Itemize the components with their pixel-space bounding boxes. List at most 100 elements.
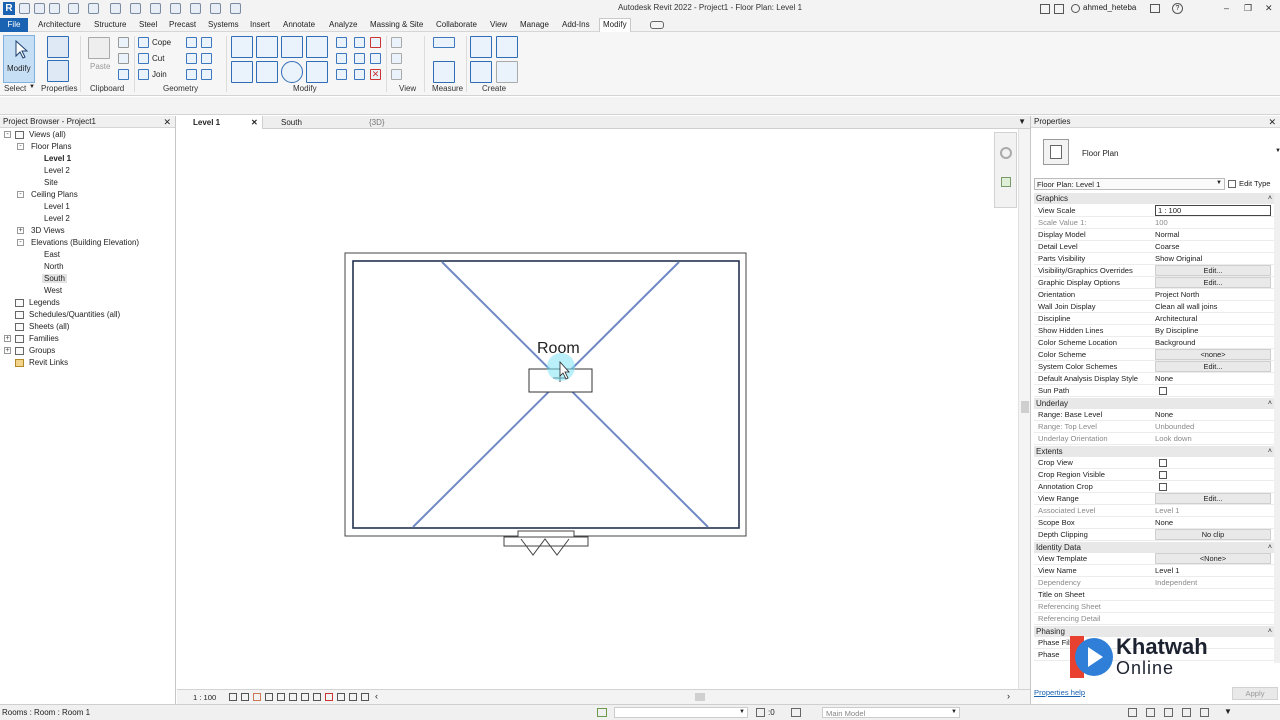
revit-logo-icon[interactable]: R xyxy=(3,2,15,15)
tree-item-elevations[interactable]: Elevations (Building Elevation) xyxy=(31,238,139,247)
expand-icon[interactable]: + xyxy=(4,335,11,342)
tab-steel[interactable]: Steel xyxy=(139,20,157,29)
binoculars-icon[interactable] xyxy=(1054,4,1064,14)
redo-icon[interactable] xyxy=(88,3,99,14)
unlock-view-icon[interactable] xyxy=(301,693,309,701)
prop-value[interactable]: None xyxy=(1155,374,1173,383)
sync-icon[interactable] xyxy=(49,3,60,14)
prop-value[interactable]: Clean all wall joins xyxy=(1155,302,1217,311)
tree-item-floor-level-1[interactable]: Level 1 xyxy=(44,154,71,163)
create-group-icon[interactable] xyxy=(470,61,492,83)
create-assembly-icon[interactable] xyxy=(470,36,492,58)
view-tab-3d[interactable]: {3D} xyxy=(353,116,439,129)
drawing-canvas[interactable]: Room xyxy=(177,129,1030,689)
sun-path-checkbox[interactable] xyxy=(1159,387,1167,395)
cope-icon[interactable] xyxy=(138,37,149,48)
prop-value[interactable]: None xyxy=(1155,518,1173,527)
view-tab-level-1[interactable]: Level 1 ✕ xyxy=(177,116,263,129)
type-name[interactable]: Floor Plan xyxy=(1082,149,1118,158)
measure-icon[interactable] xyxy=(130,3,141,14)
section-extents[interactable]: Extents ˄ xyxy=(1034,446,1274,457)
prop-value[interactable]: Coarse xyxy=(1155,242,1179,251)
drag-on-selection-icon[interactable] xyxy=(1200,708,1209,717)
geometry-tool-4-icon[interactable] xyxy=(201,53,212,64)
tree-item-views[interactable]: Views (all) xyxy=(29,130,66,139)
aligned-dimension-icon[interactable] xyxy=(433,37,455,48)
properties-icon[interactable] xyxy=(47,60,69,82)
tab-massing-site[interactable]: Massing & Site xyxy=(370,20,423,29)
crop-view-icon[interactable] xyxy=(277,693,285,701)
tree-item-site[interactable]: Site xyxy=(44,178,58,187)
tree-item-ceiling-plans[interactable]: Ceiling Plans xyxy=(31,190,78,199)
scroll-left-icon[interactable]: ‹ xyxy=(375,691,378,701)
split-icon[interactable] xyxy=(336,37,347,48)
tab-add-ins[interactable]: Add-Ins xyxy=(562,20,590,29)
prop-value[interactable]: Normal xyxy=(1155,230,1179,239)
filter-icon[interactable]: ▼ xyxy=(1224,707,1232,716)
prop-value[interactable]: Project North xyxy=(1155,290,1199,299)
create-parts-icon[interactable] xyxy=(496,36,518,58)
tree-item-revit-links[interactable]: Revit Links xyxy=(29,358,68,367)
section-identity-data[interactable]: Identity Data ˄ xyxy=(1034,542,1274,553)
collapse-icon[interactable]: - xyxy=(17,143,24,150)
expand-icon[interactable]: + xyxy=(17,227,24,234)
prop-value[interactable]: Architectural xyxy=(1155,314,1197,323)
view-scale-field[interactable]: 1 : 100 xyxy=(1155,205,1271,216)
tree-item-3d-views[interactable]: 3D Views xyxy=(31,226,65,235)
tab-architecture[interactable]: Architecture xyxy=(38,20,81,29)
shadows-icon[interactable] xyxy=(265,693,273,701)
trim-extend-icon[interactable] xyxy=(306,61,328,83)
tree-item-north[interactable]: North xyxy=(44,262,64,271)
prop-value[interactable]: Show Original xyxy=(1155,254,1202,263)
tree-item-legends[interactable]: Legends xyxy=(29,298,60,307)
tab-collaborate[interactable]: Collaborate xyxy=(436,20,477,29)
steering-wheel-icon[interactable] xyxy=(1000,147,1012,159)
reveal-hidden-icon[interactable] xyxy=(325,693,333,701)
highlight-displacement-icon[interactable] xyxy=(349,693,357,701)
scale-icon[interactable] xyxy=(354,53,365,64)
copy-icon[interactable] xyxy=(256,61,278,83)
view-template-button[interactable]: <None> xyxy=(1155,553,1271,564)
tab-annotate[interactable]: Annotate xyxy=(283,20,315,29)
trim-single-icon[interactable] xyxy=(370,53,381,64)
temporary-hide-icon[interactable] xyxy=(313,693,321,701)
text-icon[interactable] xyxy=(170,3,181,14)
design-option-dropdown[interactable]: Main Model ▼ xyxy=(822,707,960,718)
edit-button[interactable]: Edit... xyxy=(1155,277,1271,288)
geometry-tool-1-icon[interactable] xyxy=(186,37,197,48)
select-by-face-icon[interactable] xyxy=(1182,708,1191,717)
expand-icon[interactable]: + xyxy=(4,347,11,354)
prop-value[interactable]: None xyxy=(1155,410,1173,419)
close-icon[interactable]: ✕ xyxy=(251,116,258,129)
zoom-icon[interactable] xyxy=(1001,177,1011,187)
analytical-model-icon[interactable] xyxy=(337,693,345,701)
tree-item-floor-level-2[interactable]: Level 2 xyxy=(44,166,70,175)
worksharing-icon[interactable] xyxy=(597,708,607,717)
contextual-tab-toggle-icon[interactable] xyxy=(650,21,664,29)
properties-scrollbar[interactable] xyxy=(1274,193,1280,663)
tag-icon[interactable] xyxy=(150,3,161,14)
unpin-icon[interactable] xyxy=(370,37,381,48)
create-similar-icon[interactable] xyxy=(496,61,518,83)
crop-region-icon[interactable] xyxy=(289,693,297,701)
join-label[interactable]: Join xyxy=(152,70,167,79)
help-icon[interactable]: ? xyxy=(1172,3,1183,14)
detail-level-icon[interactable] xyxy=(229,693,237,701)
color-scheme-button[interactable]: <none> xyxy=(1155,349,1271,360)
join-icon[interactable] xyxy=(138,69,149,80)
open-icon[interactable] xyxy=(19,3,30,14)
tree-item-ceiling-level-1[interactable]: Level 1 xyxy=(44,202,70,211)
section-icon[interactable] xyxy=(210,3,221,14)
tree-item-floor-plans[interactable]: Floor Plans xyxy=(31,142,71,151)
tree-item-families[interactable]: Families xyxy=(29,334,59,343)
cut-label[interactable]: Cut xyxy=(152,54,164,63)
instance-selector[interactable]: Floor Plan: Level 1 ▼ xyxy=(1034,178,1225,190)
cope-label[interactable]: Cope xyxy=(152,38,171,47)
collapse-icon[interactable]: - xyxy=(17,191,24,198)
tab-view[interactable]: View xyxy=(490,20,507,29)
close-icon[interactable]: ✕ xyxy=(163,116,171,128)
editable-only-icon[interactable] xyxy=(756,708,765,717)
tree-item-schedules[interactable]: Schedules/Quantities (all) xyxy=(29,310,120,319)
minimize-icon[interactable]: – xyxy=(1224,3,1229,13)
edit-button[interactable]: Edit... xyxy=(1155,493,1271,504)
